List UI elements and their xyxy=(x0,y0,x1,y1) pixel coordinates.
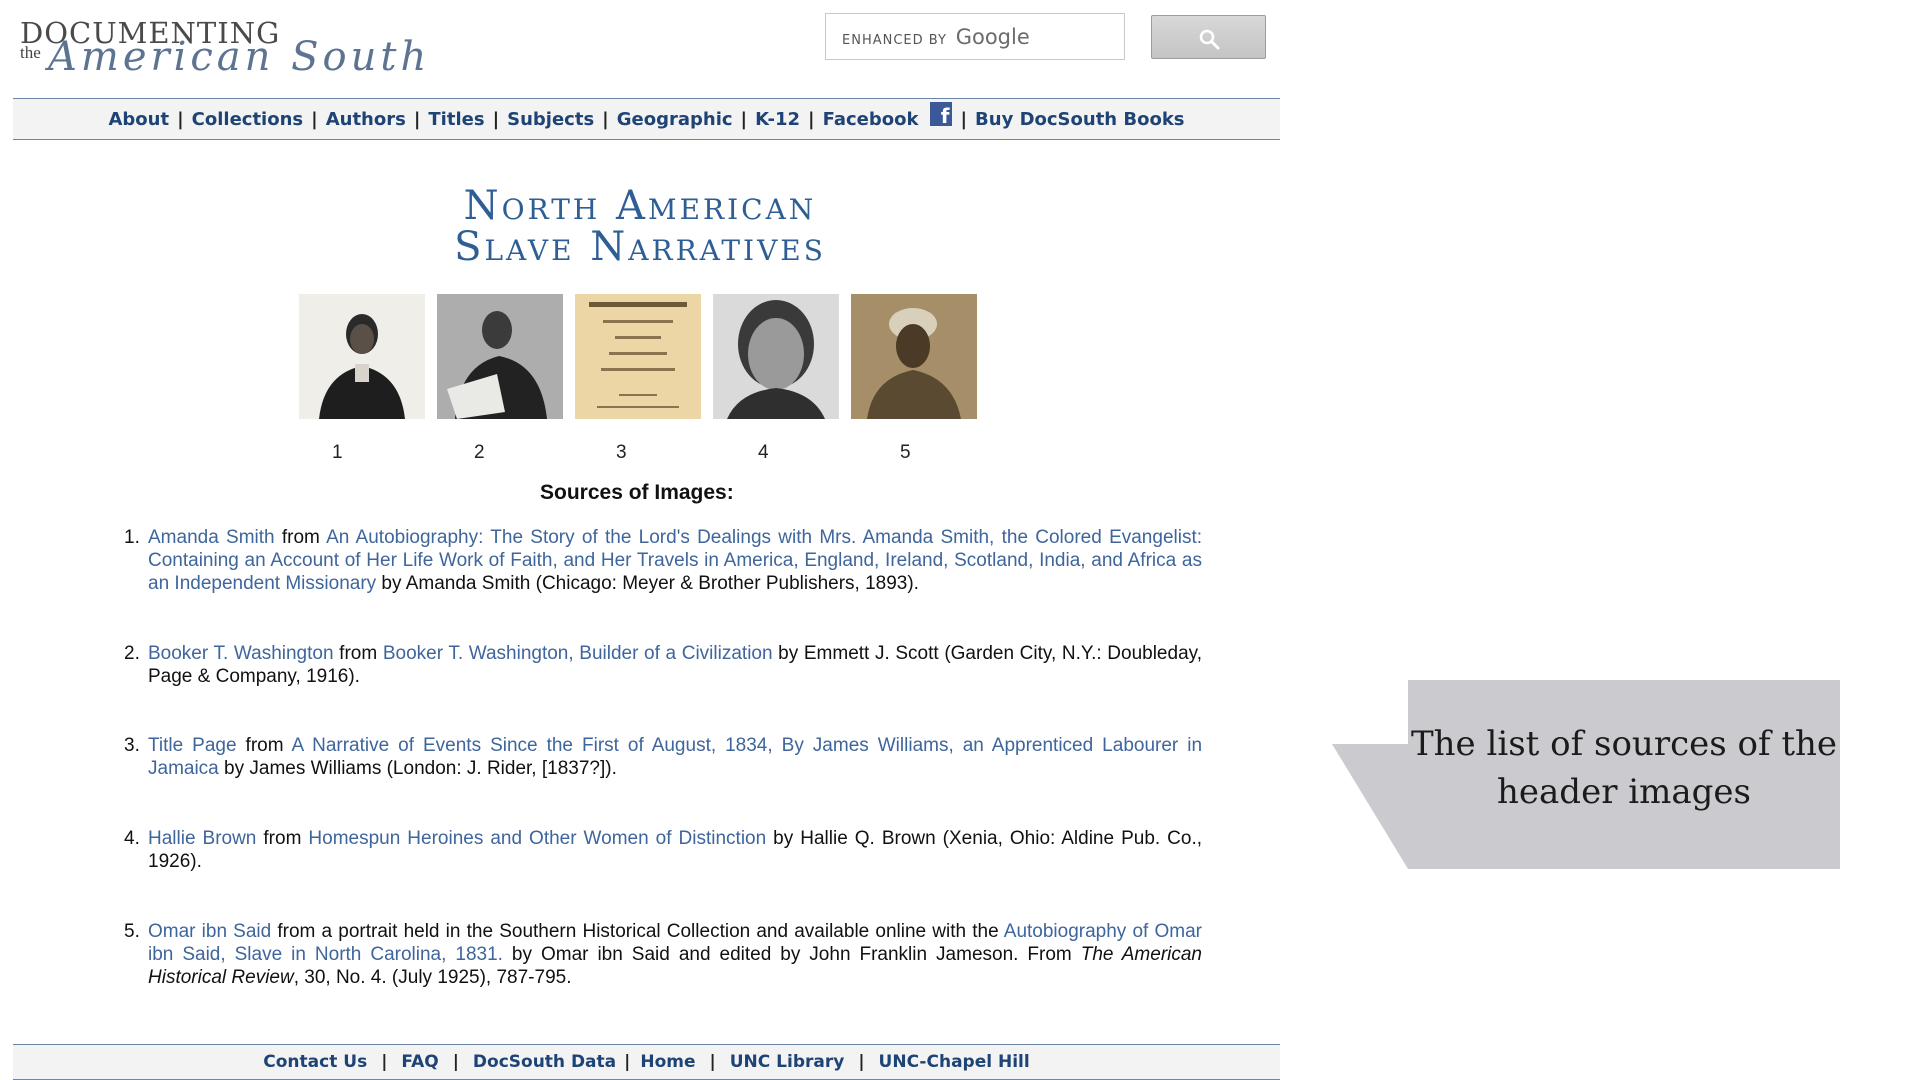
portrait-omar-ibn-said[interactable] xyxy=(851,294,977,419)
footer-separator: | xyxy=(624,1052,631,1072)
nav-k12[interactable]: K-12 xyxy=(755,109,800,130)
nav-separator: | xyxy=(177,108,184,130)
nav-separator: | xyxy=(740,108,748,130)
source-citation-text: by Amanda Smith (Chicago: Meyer & Brothe… xyxy=(376,573,919,594)
portrait-hallie-brown[interactable] xyxy=(713,294,839,419)
footer-home[interactable]: Home xyxy=(640,1052,695,1072)
callout-text: The list of sources of the header images xyxy=(1410,724,1838,812)
collection-title-line2: Slave Narratives xyxy=(454,224,826,270)
footer-separator: | xyxy=(381,1052,388,1072)
search-input[interactable] xyxy=(826,14,1148,59)
search-box[interactable]: ENHANCED BY Google xyxy=(825,13,1148,60)
logo-american-south-text: American South xyxy=(48,34,431,80)
footer-unc-library[interactable]: UNC Library xyxy=(730,1052,845,1072)
nav-separator: | xyxy=(808,108,815,130)
source-name-link[interactable]: Hallie Brown xyxy=(148,828,256,849)
nav-authors[interactable]: Authors xyxy=(326,109,406,130)
source-item: 1. Amanda Smith from An Autobiography: T… xyxy=(115,526,1202,595)
source-work-link[interactable]: Booker T. Washington, Builder of a Civil… xyxy=(383,643,773,664)
source-name-link[interactable]: Omar ibn Said xyxy=(148,921,271,942)
collection-title-line1: North American xyxy=(463,183,817,229)
main-nav: About | Collections | Authors | Titles |… xyxy=(13,98,1280,140)
footer-separator: | xyxy=(452,1052,459,1072)
portrait-number-1: 1 xyxy=(332,442,343,463)
nav-collections[interactable]: Collections xyxy=(192,109,303,130)
nav-titles[interactable]: Titles xyxy=(428,109,484,130)
nav-separator: | xyxy=(413,108,421,130)
nav-facebook[interactable]: Facebook xyxy=(823,109,919,130)
source-from-text: from xyxy=(236,735,292,756)
source-from-text: from xyxy=(274,527,327,548)
source-name-link[interactable]: Title Page xyxy=(148,735,237,756)
portrait-narrative-title-page[interactable] xyxy=(575,294,701,419)
portrait-number-5: 5 xyxy=(900,442,911,463)
source-work-link[interactable]: Homespun Heroines and Other Women of Dis… xyxy=(308,828,766,849)
logo-the-text: the xyxy=(20,43,41,62)
source-number: 5. xyxy=(124,921,140,942)
source-from-text: from xyxy=(256,828,309,849)
nav-separator: | xyxy=(960,108,968,130)
footer-unc-chapel-hill[interactable]: UNC-Chapel Hill xyxy=(879,1052,1030,1072)
facebook-icon[interactable]: f xyxy=(930,102,953,128)
source-number: 4. xyxy=(124,828,140,849)
portrait-booker-t-washington[interactable] xyxy=(437,294,563,419)
source-number: 1. xyxy=(124,527,140,548)
footer-nav: Contact Us | FAQ | DocSouth Data | Home … xyxy=(13,1044,1280,1080)
source-item: 4. Hallie Brown from Homespun Heroines a… xyxy=(115,827,1202,873)
nav-buy-books[interactable]: Buy DocSouth Books xyxy=(975,109,1184,130)
nav-separator: | xyxy=(602,108,609,130)
nav-subjects[interactable]: Subjects xyxy=(507,109,594,130)
source-item: 3. Title Page from A Narrative of Events… xyxy=(115,734,1202,780)
source-from-text: from a portrait held in the Southern His… xyxy=(271,921,1004,942)
footer-contact-us[interactable]: Contact Us xyxy=(263,1052,367,1072)
portrait-number-4: 4 xyxy=(758,442,769,463)
footer-docsouth-data[interactable]: DocSouth Data xyxy=(473,1052,616,1072)
search-icon xyxy=(1199,29,1220,50)
source-citation-tail: , 30, No. 4. (July 1925), 787-795. xyxy=(293,967,572,988)
portrait-number-3: 3 xyxy=(616,442,627,463)
footer-separator: | xyxy=(858,1052,865,1072)
search-button[interactable] xyxy=(1151,15,1266,59)
source-name-link[interactable]: Amanda Smith xyxy=(148,527,275,548)
source-number: 3. xyxy=(124,735,140,756)
nav-separator: | xyxy=(311,108,318,130)
portrait-amanda-smith[interactable] xyxy=(299,294,425,419)
footer-separator: | xyxy=(709,1052,716,1072)
nav-geographic[interactable]: Geographic xyxy=(617,109,733,130)
portrait-numbers: 1 2 3 4 5 xyxy=(0,442,1280,463)
source-name-link[interactable]: Booker T. Washington xyxy=(148,643,334,664)
nav-about[interactable]: About xyxy=(108,109,169,130)
source-item: 5. Omar ibn Said from a portrait held in… xyxy=(115,920,1202,989)
footer-faq[interactable]: FAQ xyxy=(401,1052,438,1072)
source-item: 2. Booker T. Washington from Booker T. W… xyxy=(115,642,1202,688)
portrait-number-2: 2 xyxy=(474,442,485,463)
sources-heading: Sources of Images: xyxy=(540,481,734,504)
source-number: 2. xyxy=(124,643,140,664)
source-from-text: from xyxy=(333,643,383,664)
collection-title: North American Slave Narratives xyxy=(380,186,900,268)
nav-separator: | xyxy=(492,108,500,130)
docsouth-logo[interactable]: DOCUMENTING the American South xyxy=(20,16,426,80)
source-citation-text: by James Williams (London: J. Rider, [18… xyxy=(218,758,617,779)
source-citation-text: by Omar ibn Said and edited by John Fran… xyxy=(502,944,1081,965)
